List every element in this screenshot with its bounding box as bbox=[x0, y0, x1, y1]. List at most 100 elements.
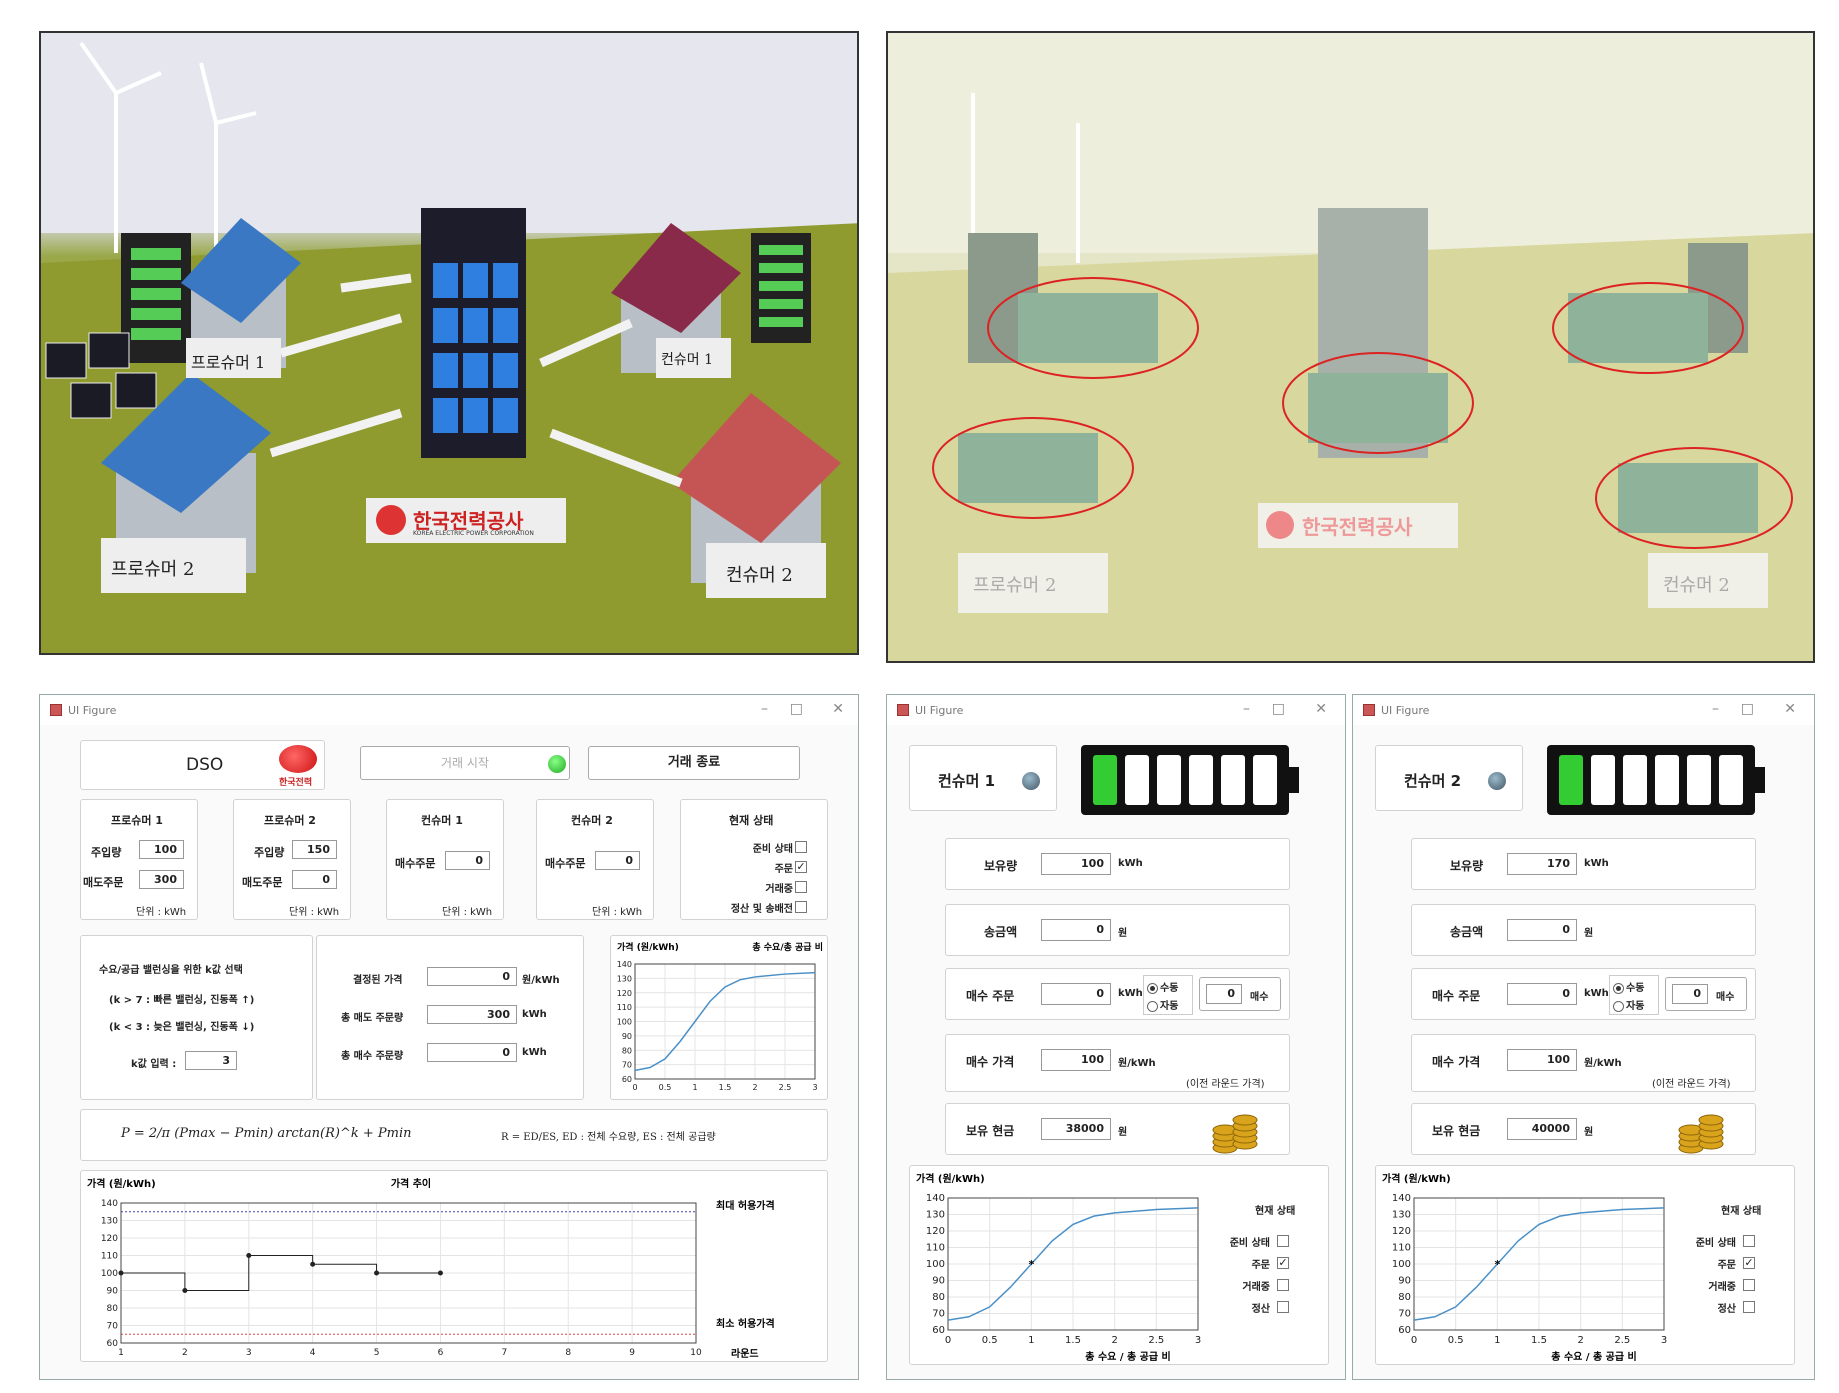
price-panel: 매수 가격 100 원/kWh (이전 라운드 가격) bbox=[945, 1034, 1290, 1092]
total-sell-field: 300 bbox=[427, 1005, 517, 1024]
sell-label: 매도주문 bbox=[83, 876, 124, 889]
buy-label: 매수주문 bbox=[545, 857, 586, 870]
manual-radio[interactable]: 수동 bbox=[1613, 979, 1655, 994]
x-tick-label: 2.5 bbox=[1148, 1335, 1164, 1346]
status-checkbox-order[interactable]: ✓ bbox=[1743, 1257, 1755, 1269]
prosumer2-sell-field[interactable]: 0 bbox=[292, 870, 337, 889]
end-trade-button[interactable]: 거래 종료 bbox=[588, 746, 800, 780]
coins-icon bbox=[1678, 1114, 1724, 1154]
window-title: UI Figure bbox=[68, 703, 117, 717]
send-field: 0 bbox=[1041, 919, 1111, 941]
trend-point bbox=[182, 1288, 188, 1293]
status-checkbox-order[interactable]: ✓ bbox=[795, 861, 807, 873]
maximize-icon[interactable]: □ bbox=[1272, 701, 1285, 717]
ratio-formula: R = ED/ES, ED : 전체 수요량, ES : 전체 공급량 bbox=[501, 1132, 716, 1143]
close-icon[interactable]: ✕ bbox=[1784, 701, 1796, 717]
price-label: 매수 가격 bbox=[1432, 1055, 1481, 1069]
consumer1-panel: 컨슈머 1 매수주문 0 단위 : kWh bbox=[386, 799, 504, 920]
x-tick-label: 0 bbox=[632, 1083, 637, 1092]
x-axis-label: 라운드 bbox=[731, 1347, 759, 1360]
consumer1-buy-field[interactable]: 0 bbox=[445, 851, 490, 870]
consumer1-title: 컨슈머 1 bbox=[421, 814, 463, 827]
buy-order-field[interactable]: 0 bbox=[1507, 983, 1577, 1005]
decided-price-label: 결정된 가격 bbox=[353, 975, 403, 986]
buy-order-field[interactable]: 0 bbox=[1041, 983, 1111, 1005]
auto-radio[interactable]: 자동 bbox=[1613, 997, 1655, 1012]
maximize-icon[interactable]: □ bbox=[790, 701, 803, 717]
prosumer1-inject-field[interactable]: 100 bbox=[139, 840, 184, 859]
minimize-icon[interactable]: – bbox=[1243, 701, 1250, 717]
price-curve-chart[interactable]: 140 130 120 110 100 90 80 70 600 0.5 1 1.5 2 2.5 3 가격 (… bbox=[611, 936, 829, 1101]
maximize-icon[interactable]: □ bbox=[1741, 701, 1754, 717]
close-icon[interactable]: ✕ bbox=[832, 701, 844, 717]
y-tick-label: 130 bbox=[101, 1217, 118, 1227]
status-label: 정산 bbox=[1251, 1304, 1270, 1315]
window-title: UI Figure bbox=[915, 703, 964, 717]
cash-label: 보유 현금 bbox=[1432, 1124, 1481, 1138]
x-tick-label: 3 bbox=[246, 1348, 252, 1358]
y-tick-label: 70 bbox=[107, 1322, 119, 1332]
consumer-price-curve-chart[interactable]: 140 130 120 110 100 90 80 70 600 0.5 1 1.5 2 2.5 3 가격 (… bbox=[1376, 1166, 1676, 1366]
battery-cell bbox=[1157, 755, 1181, 805]
k-input-field[interactable]: 3 bbox=[185, 1051, 237, 1070]
cash-panel: 보유 현금 40000 원 bbox=[1411, 1103, 1756, 1155]
x-tick-label: 2 bbox=[182, 1348, 188, 1358]
x-tick-label: 4 bbox=[310, 1348, 316, 1358]
manual-radio[interactable]: 수동 bbox=[1147, 979, 1189, 994]
buy-button[interactable]: 매수 bbox=[1250, 988, 1268, 1003]
status-checkbox-trading[interactable] bbox=[795, 881, 807, 893]
current-point-marker: * bbox=[1028, 1258, 1034, 1271]
buy-button[interactable]: 매수 bbox=[1716, 988, 1734, 1003]
status-checkbox-ready[interactable] bbox=[1743, 1235, 1755, 1247]
status-checkbox-ready[interactable] bbox=[795, 841, 807, 853]
prosumer1-sell-field[interactable]: 300 bbox=[139, 870, 184, 889]
prosumer2-inject-field[interactable]: 150 bbox=[292, 840, 337, 859]
y-axis-label: 가격 (원/kWh) bbox=[1382, 1172, 1451, 1185]
price-note: (이전 라운드 가격) bbox=[1186, 1079, 1265, 1090]
y-tick-label: 90 bbox=[622, 1032, 632, 1041]
battery-cell bbox=[1719, 755, 1743, 805]
kepco-logo-icon bbox=[376, 505, 406, 535]
x-tick-label: 0 bbox=[1411, 1335, 1417, 1346]
close-icon[interactable]: ✕ bbox=[1315, 701, 1327, 717]
consumer-name-panel: 컨슈머 1 bbox=[909, 745, 1057, 811]
y-tick-label: 60 bbox=[932, 1325, 945, 1336]
buy-label: 매수 주문 bbox=[966, 989, 1015, 1003]
price-formula: P = 2/π (Pmax − Pmin) arctan(R)^k + Pmin bbox=[121, 1126, 412, 1141]
consumer2-buy-field[interactable]: 0 bbox=[595, 851, 640, 870]
cash-panel: 보유 현금 38000 원 bbox=[945, 1103, 1290, 1155]
minimize-icon[interactable]: – bbox=[1712, 701, 1719, 717]
status-checkbox-settle[interactable] bbox=[795, 901, 807, 913]
logo-text: 한국전력 bbox=[279, 778, 313, 788]
y-tick-label: 120 bbox=[926, 1226, 945, 1237]
total-buy-label: 총 매수 주문량 bbox=[341, 1051, 404, 1062]
battery-cell bbox=[1125, 755, 1149, 805]
buy-count-field[interactable]: 0 bbox=[1672, 984, 1708, 1004]
status-checkbox-settle[interactable] bbox=[1743, 1301, 1755, 1313]
status-checkbox-trading[interactable] bbox=[1277, 1279, 1289, 1291]
buy-order-panel: 매수 주문 0 kWh 수동 자동 0 매수 bbox=[945, 968, 1290, 1020]
price-trend-chart[interactable]: 140 130 120 110 100 90 80 70 601 2 3 4 5 6 7 8 9 10 가격 (원/… bbox=[81, 1171, 829, 1363]
matlab-icon bbox=[50, 704, 62, 716]
mode-radio-group: 수동 자동 bbox=[1143, 975, 1193, 1015]
decided-price-field: 0 bbox=[427, 967, 517, 986]
status-label: 정산 및 송배전 bbox=[730, 904, 793, 915]
start-trade-label: 거래 시작 bbox=[441, 756, 489, 770]
y-tick-label: 130 bbox=[1392, 1210, 1411, 1221]
start-trade-button[interactable]: 거래 시작 bbox=[360, 746, 570, 780]
hold-label: 보유량 bbox=[1450, 859, 1484, 873]
label-prosumer2-faded: 프로슈머 2 bbox=[973, 575, 1057, 596]
minimize-icon[interactable]: – bbox=[761, 701, 768, 717]
auto-radio[interactable]: 자동 bbox=[1147, 997, 1189, 1012]
trend-point bbox=[310, 1261, 316, 1267]
testbed-faded-illustration bbox=[888, 33, 1813, 661]
buy-count-field[interactable]: 0 bbox=[1206, 984, 1242, 1004]
status-checkbox-settle[interactable] bbox=[1277, 1301, 1289, 1313]
window-title: UI Figure bbox=[1381, 703, 1430, 717]
total-buy-field: 0 bbox=[427, 1043, 517, 1062]
status-checkbox-trading[interactable] bbox=[1743, 1279, 1755, 1291]
status-checkbox-order[interactable]: ✓ bbox=[1277, 1257, 1289, 1269]
label-prosumer2: 프로슈머 2 bbox=[111, 559, 195, 580]
status-checkbox-ready[interactable] bbox=[1277, 1235, 1289, 1247]
consumer-price-curve-chart[interactable]: 140 130 120 110 100 90 80 70 600 0.5 1 1.5 2 2.5 3 가격 (… bbox=[910, 1166, 1210, 1366]
